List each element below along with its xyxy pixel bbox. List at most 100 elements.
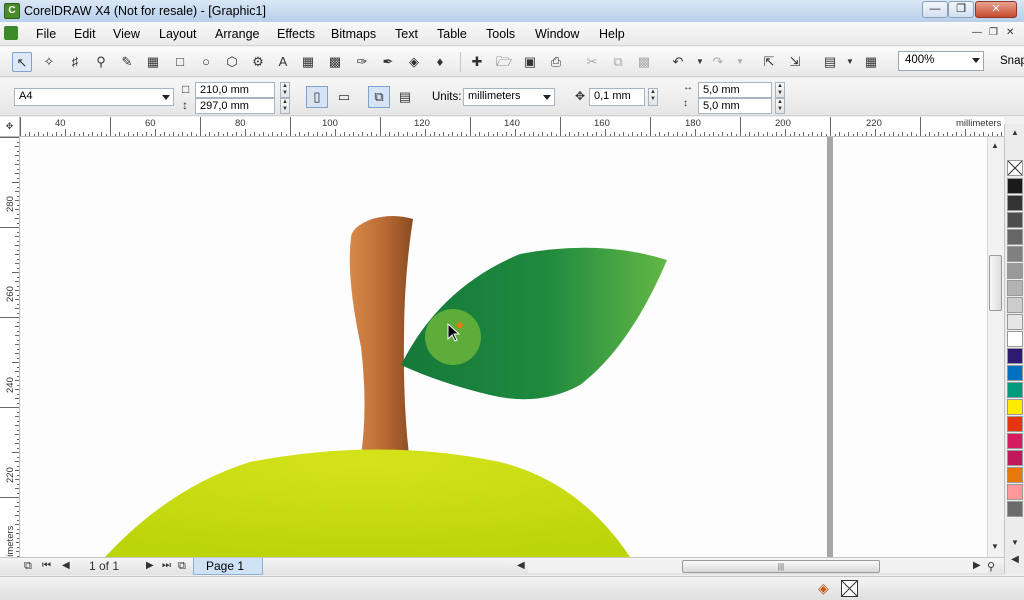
minimize-button[interactable]: — xyxy=(922,1,948,18)
vertical-scroll-thumb[interactable] xyxy=(989,255,1002,311)
color-swatch[interactable] xyxy=(1007,280,1023,296)
paper-type-select[interactable]: A4 xyxy=(14,88,174,106)
duplicate-x-spinner[interactable]: ▲ ▼ xyxy=(775,82,785,98)
freehand-tool-icon[interactable]: ✎ xyxy=(117,52,137,72)
blend-tool-icon[interactable]: ▩ xyxy=(325,52,345,72)
color-swatch[interactable] xyxy=(1007,399,1023,415)
shape-tool-icon[interactable]: ✧ xyxy=(39,52,59,72)
color-swatch[interactable] xyxy=(1007,178,1023,194)
export-icon[interactable]: ⇲ xyxy=(785,52,805,72)
color-swatch[interactable] xyxy=(1007,467,1023,483)
page-tab[interactable]: Page 1 xyxy=(193,558,263,575)
duplicate-y-field[interactable]: 5,0 mm xyxy=(698,98,772,114)
menu-window[interactable]: Window xyxy=(535,27,579,41)
import-icon[interactable]: ⇱ xyxy=(759,52,779,72)
interactive-fill-icon[interactable]: ♦ xyxy=(430,52,450,72)
snap-to-label[interactable]: Snap xyxy=(1000,55,1024,67)
menu-help[interactable]: Help xyxy=(599,27,625,41)
color-swatch[interactable] xyxy=(1007,212,1023,228)
zoom-tool-icon[interactable]: ⚲ xyxy=(91,52,111,72)
pick-tool-icon[interactable]: ↖ xyxy=(12,52,32,72)
color-swatch[interactable] xyxy=(1007,348,1023,364)
crop-tool-icon[interactable]: ♯ xyxy=(65,52,85,72)
navigator-icon[interactable]: ⚲ xyxy=(987,560,995,573)
page-width-field[interactable]: 210,0 mm xyxy=(195,82,275,98)
paste-icon[interactable]: ▩ xyxy=(634,52,654,72)
no-fill-swatch[interactable] xyxy=(1007,160,1023,176)
color-swatch[interactable] xyxy=(1007,416,1023,432)
text-tool-icon[interactable]: A xyxy=(273,52,293,72)
vertical-scrollbar[interactable]: ▲ ▼ xyxy=(987,137,1003,557)
ruler-origin-icon[interactable]: ✥ xyxy=(0,117,20,137)
page-width-spinner[interactable]: ▲ ▼ xyxy=(280,82,290,98)
welcome-screen-icon[interactable]: ▦ xyxy=(861,52,881,72)
color-swatch[interactable] xyxy=(1007,484,1023,500)
print-icon[interactable]: ⎙ xyxy=(546,52,566,72)
menu-bitmaps[interactable]: Bitmaps xyxy=(331,27,376,41)
vertical-ruler[interactable]: 280 260 240 220 millimeters xyxy=(0,137,20,557)
undo-icon[interactable]: ↶ xyxy=(668,52,688,72)
units-select[interactable]: millimeters xyxy=(463,88,555,106)
undo-dropdown-icon[interactable]: ▼ xyxy=(690,52,710,72)
nudge-field[interactable]: 0,1 mm xyxy=(589,88,645,106)
doc-minimize-icon[interactable]: — xyxy=(972,27,982,38)
menu-arrange[interactable]: Arrange xyxy=(215,27,259,41)
scroll-up-icon[interactable]: ▲ xyxy=(988,141,1002,150)
palette-scroll-down-icon[interactable]: ▼ xyxy=(1008,538,1022,547)
color-swatch[interactable] xyxy=(1007,450,1023,466)
apple-shape[interactable] xyxy=(105,449,630,558)
portrait-button[interactable]: ▯ xyxy=(306,86,328,108)
menu-table[interactable]: Table xyxy=(437,27,467,41)
drawing-canvas[interactable] xyxy=(20,137,988,557)
page-height-spinner[interactable]: ▲ ▼ xyxy=(280,98,290,114)
outline-pen-icon[interactable]: ✒ xyxy=(378,52,398,72)
page-height-field[interactable]: 297,0 mm xyxy=(195,98,275,114)
menu-view[interactable]: View xyxy=(113,27,140,41)
nudge-spinner[interactable]: ▲ ▼ xyxy=(648,88,658,106)
palette-flyout-icon[interactable]: ◀ xyxy=(1008,554,1022,565)
redo-icon[interactable]: ↷ xyxy=(708,52,728,72)
cut-icon[interactable]: ✂ xyxy=(582,52,602,72)
horizontal-ruler[interactable]: 40 60 80 100 120 140 160 180 200 220 mil… xyxy=(20,117,1004,137)
menu-tools[interactable]: Tools xyxy=(486,27,515,41)
first-page-icon[interactable]: ⏮ xyxy=(42,560,51,571)
smart-fill-icon[interactable]: ▦ xyxy=(143,52,163,72)
save-icon[interactable]: ▣ xyxy=(520,52,540,72)
horizontal-scroll-thumb[interactable]: ||| xyxy=(682,560,880,573)
palette-scroll-up-icon[interactable]: ▲ xyxy=(1008,128,1022,137)
duplicate-y-spinner[interactable]: ▲ ▼ xyxy=(775,98,785,114)
next-page-icon[interactable]: ▶ xyxy=(146,560,154,571)
duplicate-x-field[interactable]: 5,0 mm xyxy=(698,82,772,98)
eyedropper-icon[interactable]: ✑ xyxy=(352,52,372,72)
all-pages-button[interactable]: ⧉ xyxy=(368,86,390,108)
color-swatch[interactable] xyxy=(1007,263,1023,279)
menu-layout[interactable]: Layout xyxy=(159,27,197,41)
app-launcher-dropdown-icon[interactable]: ▼ xyxy=(840,52,860,72)
menu-file[interactable]: File xyxy=(36,27,56,41)
new-document-icon[interactable]: ✚ xyxy=(467,52,487,72)
color-swatch[interactable] xyxy=(1007,246,1023,262)
doc-close-icon[interactable]: ✕ xyxy=(1006,27,1014,38)
color-swatch[interactable] xyxy=(1007,365,1023,381)
basic-shapes-icon[interactable]: ⚙ xyxy=(248,52,268,72)
color-swatch[interactable] xyxy=(1007,331,1023,347)
add-page-after-icon[interactable]: ⧉ xyxy=(178,560,186,573)
add-page-before-icon[interactable]: ⧉ xyxy=(24,560,32,573)
polygon-tool-icon[interactable]: ⬡ xyxy=(222,52,242,72)
open-icon[interactable]: 🗁 xyxy=(494,52,514,72)
color-swatch[interactable] xyxy=(1007,433,1023,449)
rectangle-tool-icon[interactable]: □ xyxy=(170,52,190,72)
menu-text[interactable]: Text xyxy=(395,27,418,41)
copy-icon[interactable]: ⧉ xyxy=(608,52,628,72)
color-swatch[interactable] xyxy=(1007,314,1023,330)
zoom-select[interactable]: 400% xyxy=(898,51,984,71)
fill-bucket-icon[interactable]: ◈ xyxy=(404,52,424,72)
restore-button[interactable]: ❐ xyxy=(948,1,974,18)
previous-page-icon[interactable]: ◀ xyxy=(62,560,70,571)
color-swatch[interactable] xyxy=(1007,382,1023,398)
ellipse-tool-icon[interactable]: ○ xyxy=(196,52,216,72)
color-swatch[interactable] xyxy=(1007,297,1023,313)
app-launcher-icon[interactable]: ▤ xyxy=(820,52,840,72)
menu-edit[interactable]: Edit xyxy=(74,27,96,41)
landscape-button[interactable]: ▭ xyxy=(333,86,355,108)
